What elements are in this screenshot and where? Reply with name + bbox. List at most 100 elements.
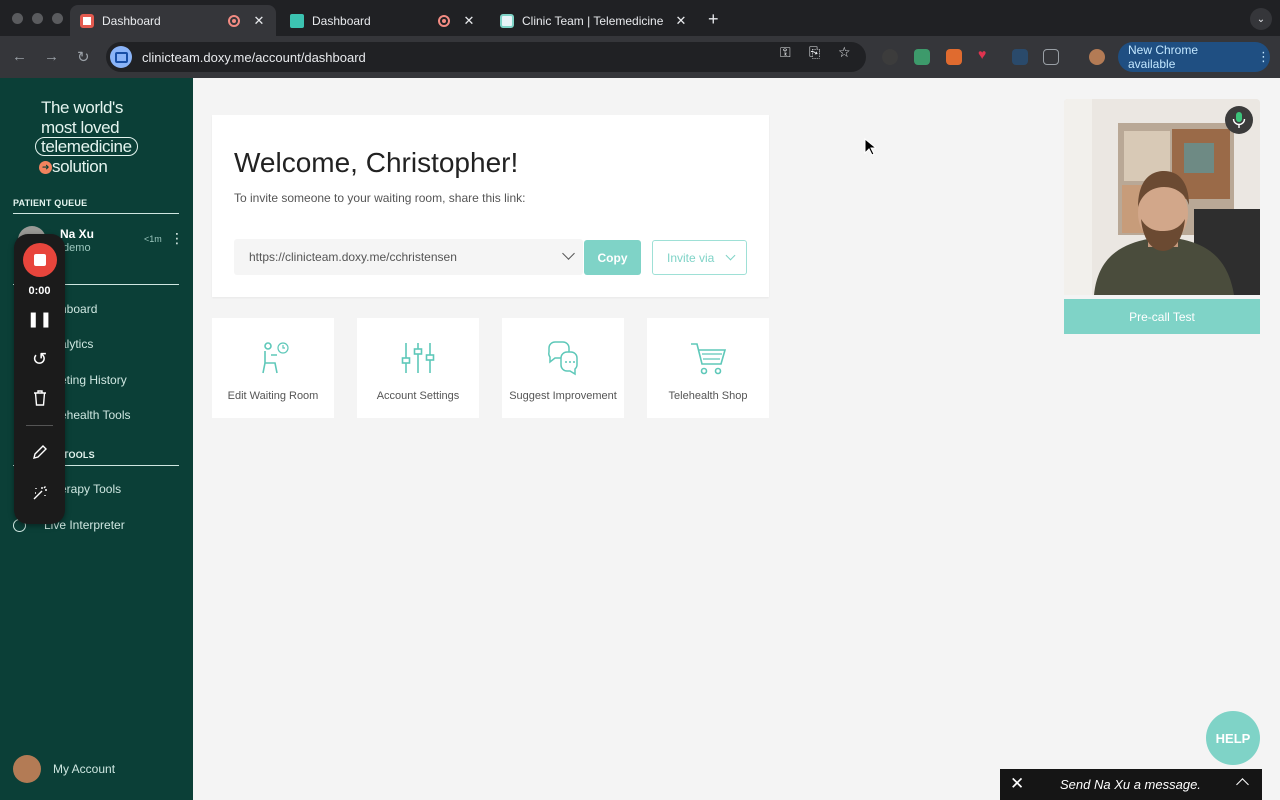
browser-tab-clinic-team[interactable]: Clinic Team | Telemedicine ✕ bbox=[490, 5, 698, 36]
extension-dark-icon[interactable] bbox=[882, 49, 898, 65]
bookmark-star-icon[interactable]: ☆ bbox=[838, 44, 851, 61]
window-zoom-control[interactable] bbox=[52, 13, 63, 24]
help-button[interactable]: HELP bbox=[1206, 711, 1260, 765]
patient-wait-time: <1m bbox=[144, 234, 162, 244]
url-path: /account/dashboard bbox=[251, 49, 366, 65]
extension-orange-icon[interactable] bbox=[946, 49, 962, 65]
browser-tab-dashboard-active[interactable]: Dashboard ✕ bbox=[70, 5, 276, 36]
extension-green-icon[interactable] bbox=[914, 49, 930, 65]
close-tab-icon[interactable]: ✕ bbox=[674, 13, 688, 29]
chat-message-placeholder[interactable]: Send Na Xu a message. bbox=[1060, 777, 1201, 792]
recorder-divider bbox=[26, 425, 53, 426]
doxy-favicon-icon bbox=[80, 13, 94, 28]
tile-label: Edit Waiting Room bbox=[227, 390, 319, 402]
chat-bubbles-icon bbox=[502, 340, 624, 376]
close-tab-icon[interactable]: ✕ bbox=[252, 13, 266, 29]
tagline-logo: The world's most loved telemedicine ➜ sol… bbox=[35, 98, 138, 176]
trash-icon[interactable] bbox=[14, 390, 65, 410]
browser-tab-dashboard[interactable]: Dashboard ✕ bbox=[280, 5, 486, 36]
tile-label: Suggest Improvement bbox=[509, 390, 617, 402]
browser-tab-bar: Dashboard ✕ Dashboard ✕ Clinic Team | Te… bbox=[0, 0, 1280, 36]
mouse-cursor-icon bbox=[864, 138, 876, 156]
medical-cross-favicon-icon bbox=[290, 13, 304, 28]
patient-name: Na Xu bbox=[60, 227, 95, 241]
recording-indicator-icon bbox=[438, 14, 450, 27]
back-arrow-icon[interactable]: ← bbox=[12, 48, 27, 65]
patient-queue-heading: PATIENT QUEUE bbox=[13, 198, 179, 214]
window-minimize-control[interactable] bbox=[32, 13, 43, 24]
invite-via-label: Invite via bbox=[667, 250, 715, 265]
sidebar-item-meeting-history[interactable]: eting History bbox=[60, 373, 127, 387]
pause-icon[interactable]: ❚❚ bbox=[14, 310, 65, 328]
tab-search-chevron-icon[interactable]: ⌄ bbox=[1250, 8, 1272, 30]
shopping-cart-icon bbox=[647, 340, 769, 376]
address-bar[interactable]: clinicteam.doxy.me/account/dashboard bbox=[106, 42, 866, 72]
tagline-line: solution bbox=[52, 156, 108, 176]
install-app-icon[interactable]: ⎘ bbox=[809, 44, 820, 61]
chat-bar[interactable]: ✕ Send Na Xu a message. bbox=[1000, 769, 1262, 800]
tile-telehealth-shop[interactable]: Telehealth Shop bbox=[647, 318, 769, 418]
address-url: clinicteam.doxy.me/account/dashboard bbox=[142, 50, 366, 65]
browser-toolbar: ← → ↻ clinicteam.doxy.me/account/dashboa… bbox=[0, 36, 1280, 78]
url-domain: clinicteam.doxy.me bbox=[142, 49, 252, 65]
user-avatar bbox=[13, 755, 41, 783]
waiting-room-icon bbox=[212, 340, 334, 376]
my-account-label: My Account bbox=[53, 762, 116, 776]
invite-instructions: To invite someone to your waiting room, … bbox=[234, 191, 526, 205]
password-key-icon[interactable]: ⚿ bbox=[780, 44, 791, 61]
copy-link-button[interactable]: Copy bbox=[584, 240, 641, 275]
tagline-line: The world's bbox=[41, 98, 123, 117]
app-root: Dashboard ✕ Dashboard ✕ Clinic Team | Te… bbox=[0, 0, 1280, 800]
microphone-icon bbox=[1232, 112, 1246, 128]
clinic-favicon-icon bbox=[500, 13, 514, 28]
stop-recording-button[interactable] bbox=[23, 243, 57, 277]
restart-icon[interactable]: ↺ bbox=[14, 349, 65, 370]
tagline-boxed-word: telemedicine bbox=[35, 137, 138, 156]
close-icon[interactable]: ✕ bbox=[1010, 774, 1024, 794]
forward-arrow-icon[interactable]: → bbox=[44, 48, 59, 65]
sidebar-item-therapy-tools[interactable]: erapy Tools bbox=[60, 482, 121, 496]
sidebar-item-telehealth-tools[interactable]: ehealth Tools bbox=[60, 408, 131, 422]
recording-indicator-icon bbox=[228, 14, 240, 27]
profile-avatar-icon[interactable] bbox=[1089, 49, 1105, 65]
more-menu-icon[interactable]: ⋮ bbox=[1257, 49, 1270, 65]
update-label: New Chrome available bbox=[1128, 43, 1199, 71]
microphone-button[interactable] bbox=[1225, 106, 1253, 134]
sidebar-item-analytics[interactable]: alytics bbox=[60, 337, 93, 351]
tab-title: Clinic Team | Telemedicine bbox=[522, 13, 664, 28]
chevron-up-icon[interactable] bbox=[1236, 778, 1249, 791]
effects-wand-icon[interactable] bbox=[14, 484, 65, 506]
my-account-link[interactable]: My Account bbox=[13, 755, 115, 783]
room-link-select[interactable]: https://clinicteam.doxy.me/cchristensen bbox=[234, 239, 583, 275]
tab-title: Dashboard bbox=[102, 13, 161, 28]
tagline-line: most loved bbox=[41, 117, 120, 137]
tile-label: Account Settings bbox=[376, 390, 460, 402]
tile-suggest-improvement[interactable]: Suggest Improvement bbox=[502, 318, 624, 418]
reload-icon[interactable]: ↻ bbox=[77, 48, 90, 66]
extensions-puzzle-icon[interactable] bbox=[1043, 49, 1059, 65]
pen-draw-icon[interactable] bbox=[14, 444, 65, 464]
patient-more-icon[interactable]: ⋮ bbox=[170, 230, 184, 247]
precall-test-button[interactable]: Pre-call Test bbox=[1064, 299, 1260, 334]
screen-recorder-toolbar: 0:00 ❚❚ ↺ bbox=[14, 234, 65, 524]
sidebar-item-dashboard[interactable]: hboard bbox=[60, 302, 97, 316]
tile-account-settings[interactable]: Account Settings bbox=[357, 318, 479, 418]
page-title: Welcome, Christopher! bbox=[234, 147, 519, 178]
chevron-down-icon bbox=[562, 247, 575, 260]
chrome-update-button[interactable]: New Chrome available ⋮ bbox=[1118, 42, 1270, 72]
window-close-control[interactable] bbox=[12, 13, 23, 24]
site-info-video-icon[interactable] bbox=[110, 46, 132, 68]
new-tab-button[interactable]: + bbox=[708, 9, 719, 30]
chevron-down-icon bbox=[725, 250, 736, 261]
invite-via-button[interactable]: Invite via bbox=[652, 240, 747, 275]
extension-heart-icon[interactable]: ♥ bbox=[978, 46, 994, 62]
tile-label: Telehealth Shop bbox=[668, 390, 748, 402]
welcome-card: Welcome, Christopher! To invite someone … bbox=[212, 115, 769, 297]
extension-blue-icon[interactable] bbox=[1012, 49, 1028, 65]
tile-edit-waiting-room[interactable]: Edit Waiting Room bbox=[212, 318, 334, 418]
close-tab-icon[interactable]: ✕ bbox=[462, 13, 476, 29]
tab-title: Dashboard bbox=[312, 13, 371, 28]
arrow-right-icon: ➜ bbox=[39, 160, 52, 174]
room-link-value: https://clinicteam.doxy.me/cchristensen bbox=[249, 250, 457, 264]
recording-timer: 0:00 bbox=[28, 285, 51, 297]
